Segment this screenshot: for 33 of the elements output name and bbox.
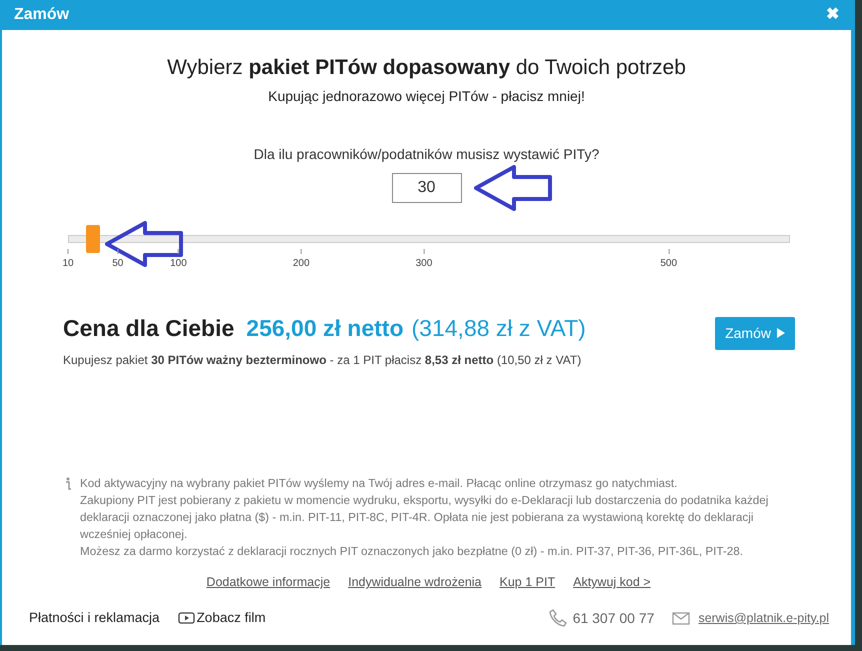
slider-track[interactable] (68, 224, 790, 252)
tick-label: 50 (112, 256, 124, 270)
slider-thumb[interactable] (86, 224, 100, 252)
net-price: 256,00 zł netto (246, 314, 404, 342)
info-paragraph: Zakupiony PIT jest pobierany z pakietu w momencie wydruku, eksportu, wysyłki do e-Deklaracji lub dostarczenia do podatnika każdej deklaracji oznaczonej jako płatna ($) - m.in. PIT-11, PIT-8C, PIT-4R. Opłata nie jest pobierana za wystawioną korektę do deklaracji wcześniej opłaconej. (80, 493, 770, 543)
info-paragraph: Kod aktywacyjny na wybrany pakiet PITów wyślemy na Twój adres e-mail. Płacąc online otrzymasz go natychmiast. (80, 476, 678, 492)
footer-link[interactable]: Kup 1 PIT (500, 573, 556, 592)
phone-icon (548, 609, 567, 628)
tick-label: 500 (660, 256, 678, 270)
phone-number: 61 307 00 77 (572, 608, 654, 628)
tick-label: 100 (170, 256, 187, 270)
footer-link[interactable]: Aktywuj kod > (573, 573, 651, 592)
video-icon (178, 612, 195, 624)
window-title: Zamów (14, 5, 70, 25)
video-link[interactable]: Zobacz film (178, 608, 266, 628)
tick-label: 10 (62, 256, 74, 270)
subheading: Kupując jednorazowo więcej PITów - płacisz mniej! (268, 86, 585, 106)
footer-link[interactable]: Dodatkowe informacje (206, 573, 330, 592)
tick-label: 300 (416, 256, 432, 270)
mail-icon (672, 612, 690, 625)
complaints-link[interactable]: Płatności i reklamacja (29, 608, 160, 628)
price-label: Cena dla Ciebie (63, 314, 234, 342)
info-paragraph: Możesz za darmo korzystać z deklaracji rocznych PIT oznaczonych jako bezpłatne (0 zł) - m.in. PIT-37, PIT-36, PIT-36L, PIT-28. (80, 544, 744, 560)
info-icon (64, 477, 72, 491)
tick-label: 200 (292, 256, 310, 270)
price-details: Kupujesz pakiet 30 PITów ważny bezterminowo - za 1 PIT płacisz 8,53 zł netto (10,50 zł z VAT) (63, 352, 582, 369)
play-icon (777, 328, 785, 338)
footer-link[interactable]: Indywidualne wdrożenia (348, 573, 482, 592)
gross-price: (314,88 zł z VAT) (412, 314, 586, 343)
question: Dla ilu pracowników/podatników musisz wystawić PITy? (254, 144, 600, 164)
count-field[interactable]: 30 (392, 172, 462, 202)
heading: Wybierz pakiet PITów dopasowany do Twoich potrzeb (167, 55, 686, 81)
email-link[interactable]: serwis@platnik.e-pity.pl (698, 608, 829, 628)
